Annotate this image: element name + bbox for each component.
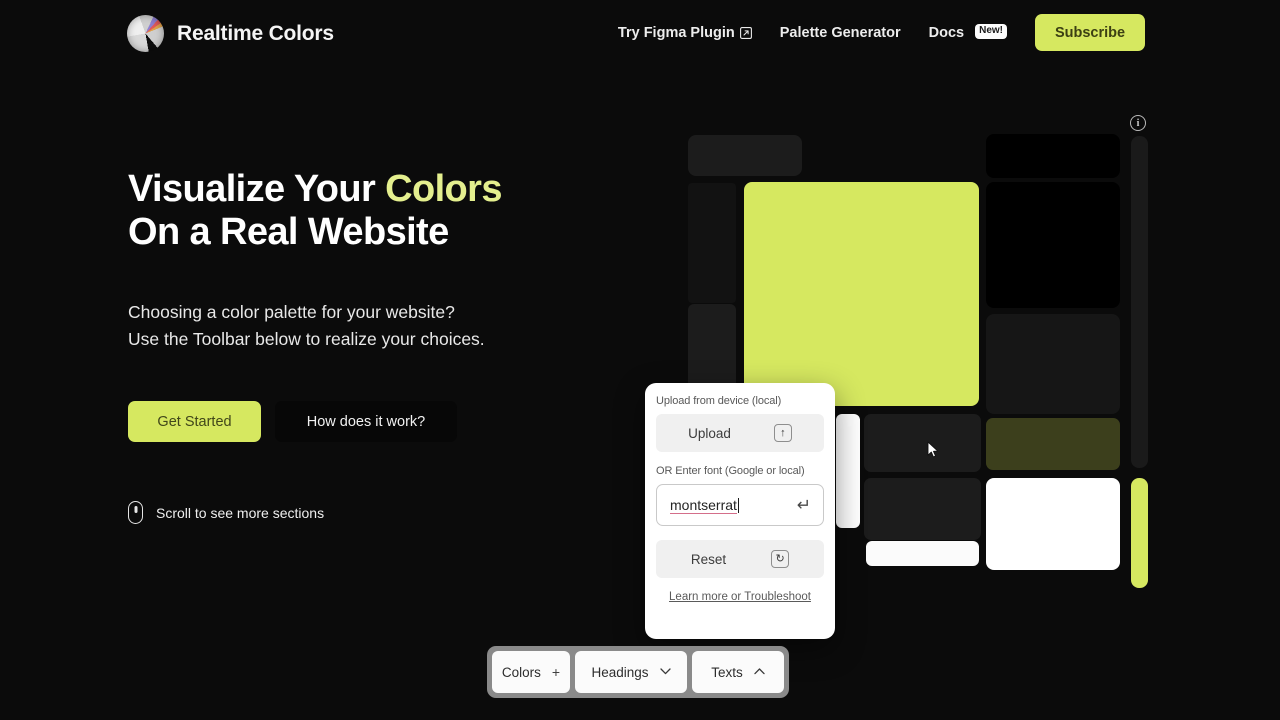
main-nav: Try Figma Plugin Palette Generator Docs … <box>618 14 1145 51</box>
chevron-down-icon <box>659 667 671 678</box>
learn-more-troubleshoot-link[interactable]: Learn more or Troubleshoot <box>656 591 824 603</box>
text-caret <box>737 497 740 513</box>
refresh-icon: ↻ <box>771 550 790 568</box>
scroll-hint: Scroll to see more sections <box>128 501 648 524</box>
toolbar-headings-label: Headings <box>591 664 649 680</box>
upload-arrow-icon: ↑ <box>773 424 792 442</box>
page-title-accent-word: Colors <box>385 168 502 210</box>
site-header: Realtime Colors Try Figma Plugin Palette… <box>0 0 1280 66</box>
enter-return-icon[interactable]: ↵ <box>797 497 811 514</box>
preview-block-mid-dark[interactable] <box>986 314 1120 414</box>
brand[interactable]: Realtime Colors <box>127 15 334 52</box>
preview-block-dark-1[interactable] <box>986 134 1120 178</box>
hero-subtitle: Choosing a color palette for your websit… <box>128 299 648 353</box>
preview-block-rail-dark[interactable] <box>1131 136 1148 468</box>
mouse-pointer <box>927 441 939 459</box>
how-does-it-work-button[interactable]: How does it work? <box>275 401 457 442</box>
app-root: Realtime Colors Try Figma Plugin Palette… <box>0 0 1280 720</box>
font-name-input[interactable]: montserrat ↵ <box>656 484 824 526</box>
mouse-scroll-icon <box>128 501 143 524</box>
brand-name: Realtime Colors <box>177 21 334 45</box>
preview-block-white-bar[interactable] <box>866 541 979 566</box>
preview-block-rail-lime[interactable] <box>1131 478 1148 588</box>
hero-section: Visualize Your Colors On a Real Website … <box>128 168 648 524</box>
preview-block-olive[interactable] <box>986 418 1120 470</box>
nav-item-palette-generator[interactable]: Palette Generator <box>780 19 901 47</box>
enter-font-label: OR Enter font (Google or local) <box>656 465 805 477</box>
preview-block-white-card[interactable] <box>986 478 1120 570</box>
upload-button-label: Upload <box>688 425 731 441</box>
color-wheel-icon <box>127 15 164 52</box>
page-title-line1-plain: Visualize Your <box>128 168 386 210</box>
page-title: Visualize Your Colors On a Real Website <box>128 168 648 254</box>
info-icon[interactable]: i <box>1130 115 1146 131</box>
reset-button[interactable]: Reset ↻ <box>656 540 824 578</box>
preview-block-hero-lime[interactable] <box>744 182 979 406</box>
reset-button-label: Reset <box>690 551 727 567</box>
upload-button[interactable]: Upload ↑ <box>656 414 824 452</box>
get-started-button[interactable]: Get Started <box>128 401 261 442</box>
toolbar-colors-button[interactable]: Colors + <box>492 651 570 693</box>
bottom-toolbar: Colors + Headings Texts <box>487 646 789 698</box>
hero-subtitle-line2: Use the Toolbar below to realize your ch… <box>128 329 485 349</box>
toolbar-texts-button[interactable]: Texts <box>692 651 784 693</box>
nav-item-figma-plugin[interactable]: Try Figma Plugin <box>618 19 752 47</box>
font-name-input-value: montserrat <box>670 496 737 514</box>
toolbar-texts-label: Texts <box>711 664 743 680</box>
upload-from-device-label: Upload from device (local) <box>656 395 782 407</box>
subscribe-slot: Subscribe <box>1035 14 1145 51</box>
scroll-hint-label: Scroll to see more sections <box>156 504 325 521</box>
nav-item-docs[interactable]: Docs New! <box>929 19 1007 47</box>
preview-block-nav[interactable] <box>688 135 802 176</box>
preview-block-white-edge[interactable] <box>836 414 860 528</box>
hero-buttons: Get Started How does it work? <box>128 401 648 442</box>
docs-new-badge: New! <box>975 24 1007 39</box>
plus-icon: + <box>551 664 561 680</box>
preview-block-center-b[interactable] <box>864 478 981 540</box>
nav-item-palette-generator-label: Palette Generator <box>779 24 901 41</box>
preview-block-dark-2[interactable] <box>986 182 1120 308</box>
external-link-icon <box>739 26 752 39</box>
toolbar-headings-button[interactable]: Headings <box>575 651 687 693</box>
preview-block-center-a[interactable] <box>864 414 981 472</box>
nav-item-docs-label: Docs <box>928 24 965 41</box>
nav-item-figma-plugin-label: Try Figma Plugin <box>617 24 735 41</box>
subscribe-button[interactable]: Subscribe <box>1035 14 1145 51</box>
chevron-up-icon <box>754 667 765 678</box>
preview-block-left-tall[interactable] <box>688 183 736 303</box>
toolbar-colors-label: Colors <box>501 664 541 680</box>
font-upload-popup: Upload from device (local) Upload ↑ OR E… <box>645 383 835 639</box>
page-title-line2: On a Real Website <box>128 211 449 253</box>
hero-subtitle-line1: Choosing a color palette for your websit… <box>128 302 455 322</box>
